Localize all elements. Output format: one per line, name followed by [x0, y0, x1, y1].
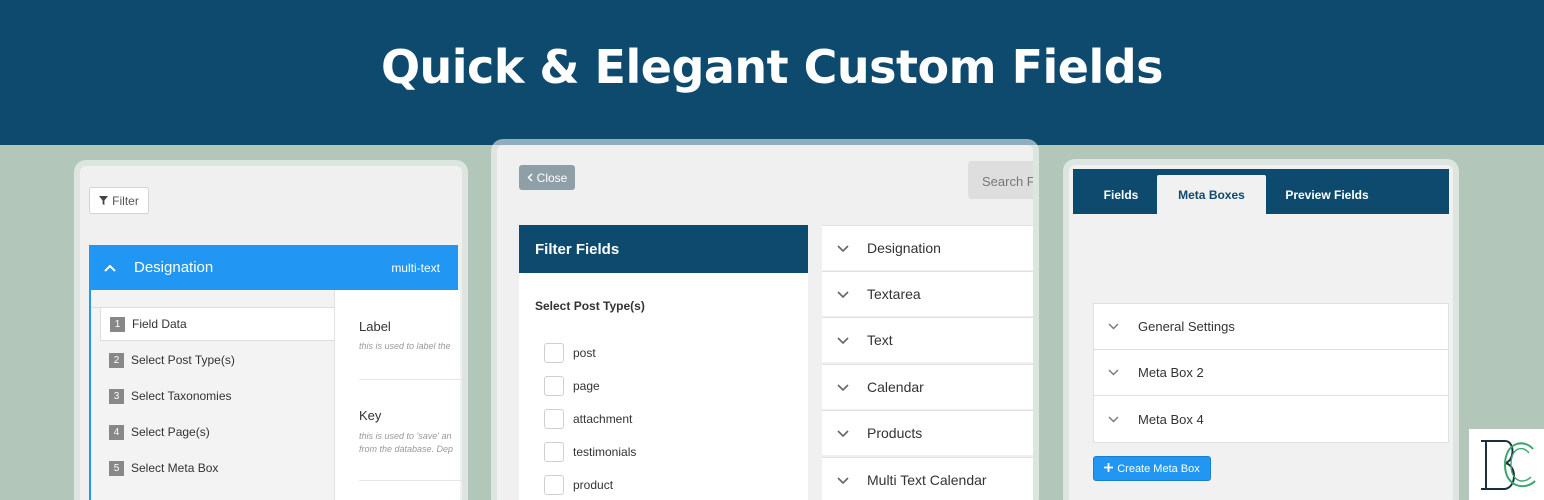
- step-number: 2: [109, 352, 124, 368]
- label-field-title: Label: [359, 319, 391, 334]
- checkbox-label: page: [573, 379, 600, 393]
- meta-boxes-card: Fields Meta Boxes Preview Fields General…: [1069, 165, 1453, 500]
- field-item-text[interactable]: Text: [822, 317, 1033, 362]
- plus-icon: [1104, 462, 1114, 475]
- chevron-down-icon: [837, 476, 849, 484]
- step-number: 1: [110, 316, 125, 332]
- field-type: multi-text: [391, 260, 440, 275]
- step-label: Select Post Type(s): [131, 353, 235, 367]
- field-header-designation[interactable]: Designation multi-text: [89, 245, 458, 290]
- field-item-calendar[interactable]: Calendar: [822, 364, 1033, 409]
- field-editor-body: 1 Field Data 2 Select Post Type(s) 3 Sel…: [89, 290, 462, 500]
- field-name: Designation: [134, 259, 214, 276]
- logo-mark-icon: [1481, 440, 1536, 490]
- divider: [359, 379, 462, 380]
- checkbox[interactable]: [544, 376, 564, 396]
- field-item-label: Calendar: [867, 379, 924, 395]
- tab-preview-fields[interactable]: Preview Fields: [1273, 175, 1381, 214]
- chevron-up-icon[interactable]: [103, 261, 117, 275]
- field-item-label: Multi Text Calendar: [867, 472, 987, 488]
- field-item-designation[interactable]: Designation: [822, 225, 1033, 270]
- label-field-hint: this is used to label the: [359, 341, 451, 351]
- step-label: Select Page(s): [131, 425, 210, 439]
- chevron-down-icon: [1108, 323, 1120, 330]
- field-item-products[interactable]: Products: [822, 410, 1033, 455]
- chevron-down-icon: [837, 244, 849, 252]
- chevron-down-icon: [837, 429, 849, 437]
- close-button[interactable]: Close: [519, 165, 575, 190]
- step-field-data[interactable]: 1 Field Data: [100, 307, 334, 341]
- step-select-post-types[interactable]: 2 Select Post Type(s): [100, 343, 235, 377]
- field-item-textarea[interactable]: Textarea: [822, 271, 1033, 316]
- step-label: Field Data: [132, 317, 187, 331]
- tab-fields[interactable]: Fields: [1087, 175, 1155, 214]
- funnel-icon: [99, 194, 109, 208]
- field-item-label: Designation: [867, 240, 941, 256]
- checkbox[interactable]: [544, 442, 564, 462]
- create-button-label: Create Meta Box: [1117, 462, 1200, 475]
- filter-panel-title: Filter Fields: [519, 225, 808, 273]
- page-title: Quick & Elegant Custom Fields: [380, 40, 1164, 94]
- field-list: Designation Textarea Text Calendar Produ…: [822, 225, 1033, 500]
- filter-button[interactable]: Filter: [89, 187, 149, 214]
- filter-fields-card: Close Search F Filter Fields Select Post…: [497, 145, 1033, 500]
- chevron-down-icon: [837, 336, 849, 344]
- brand-logo: [1469, 429, 1544, 500]
- field-item-label: Products: [867, 425, 923, 441]
- meta-box-list: General Settings Meta Box 2 Meta Box 4: [1093, 303, 1449, 443]
- checkbox[interactable]: [544, 409, 564, 429]
- chevron-down-icon: [837, 383, 849, 391]
- meta-box-4[interactable]: Meta Box 4: [1094, 396, 1448, 442]
- chevron-down-icon: [1108, 416, 1120, 423]
- filter-fields-panel: Filter Fields Select Post Type(s) post p…: [519, 225, 808, 500]
- key-field-title: Key: [359, 408, 382, 423]
- meta-box-2[interactable]: Meta Box 2: [1094, 350, 1448, 396]
- step-select-pages[interactable]: 4 Select Page(s): [100, 415, 210, 449]
- step-select-taxonomies[interactable]: 3 Select Taxonomies: [100, 379, 232, 413]
- checkbox-label: product: [573, 478, 614, 492]
- meta-box-label: General Settings: [1138, 319, 1235, 334]
- step-number: 5: [109, 460, 124, 476]
- step-select-meta-box[interactable]: 5 Select Meta Box: [100, 451, 218, 485]
- checkbox-label: attachment: [573, 412, 633, 426]
- field-editor-card: Filter Designation multi-text 1 Field Da…: [80, 166, 462, 500]
- checkbox-label: post: [573, 346, 596, 360]
- step-number: 4: [109, 424, 124, 440]
- tab-meta-boxes[interactable]: Meta Boxes: [1157, 175, 1266, 214]
- post-type-option-page[interactable]: page: [544, 375, 600, 397]
- key-field-hint: this is used to 'save' an: [359, 431, 452, 441]
- field-item-label: Text: [867, 332, 893, 348]
- meta-box-label: Meta Box 4: [1138, 411, 1204, 427]
- step-number: 3: [109, 388, 124, 404]
- tab-bar: Fields Meta Boxes Preview Fields: [1073, 169, 1449, 214]
- chevron-down-icon: [1108, 369, 1120, 376]
- field-item-multi-text-calendar[interactable]: Multi Text Calendar: [822, 457, 1033, 500]
- meta-box-general-settings[interactable]: General Settings: [1094, 304, 1448, 350]
- close-button-label: Close: [536, 170, 568, 185]
- post-type-option-post[interactable]: post: [544, 342, 596, 364]
- filter-button-label: Filter: [112, 193, 139, 208]
- post-type-heading: Select Post Type(s): [535, 299, 645, 313]
- step-list: 1 Field Data 2 Select Post Type(s) 3 Sel…: [91, 290, 334, 500]
- header-banner: Quick & Elegant Custom Fields: [0, 0, 1544, 145]
- create-meta-box-button[interactable]: Create Meta Box: [1093, 456, 1211, 481]
- step-label: Select Taxonomies: [131, 389, 232, 403]
- key-field-hint-line-2: from the database. Dep: [359, 444, 454, 454]
- checkbox-label: testimonials: [573, 445, 637, 459]
- meta-box-label: Meta Box 2: [1138, 365, 1204, 380]
- post-type-option-attachment[interactable]: attachment: [544, 408, 632, 430]
- chevron-left-icon: [527, 171, 533, 185]
- post-type-option-product[interactable]: product: [544, 474, 613, 496]
- chevron-down-icon: [837, 290, 849, 298]
- checkbox[interactable]: [544, 475, 564, 495]
- step-label: Select Meta Box: [131, 461, 219, 475]
- checkbox[interactable]: [544, 343, 564, 363]
- field-item-label: Textarea: [867, 286, 921, 302]
- search-placeholder: Search F: [982, 174, 1033, 189]
- post-type-option-testimonials[interactable]: testimonials: [544, 441, 636, 463]
- field-settings-column: Label this is used to label the Key this…: [334, 290, 462, 500]
- search-input[interactable]: Search F: [968, 161, 1033, 199]
- divider: [359, 480, 462, 481]
